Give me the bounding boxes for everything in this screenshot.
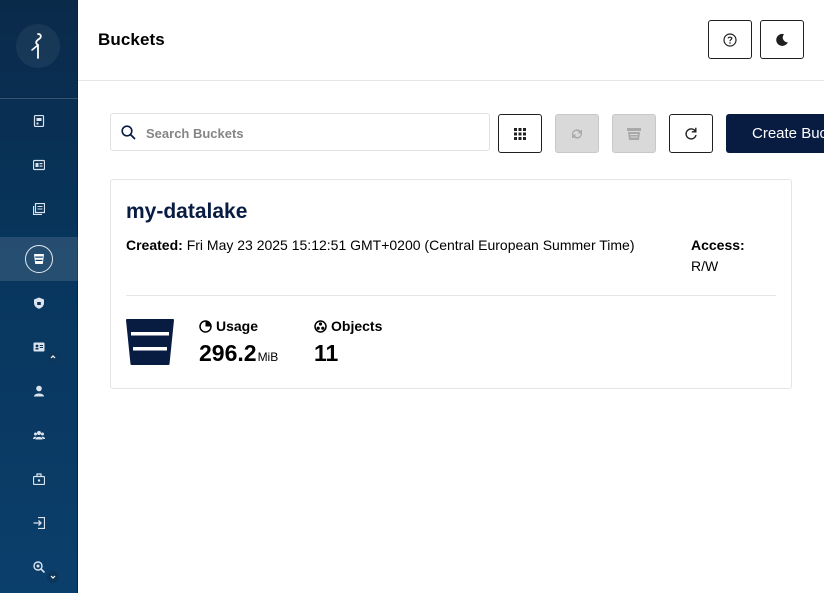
bucket-access: Access: R/W xyxy=(691,235,745,277)
created-label: Created: xyxy=(126,237,183,253)
usage-label: Usage xyxy=(216,318,259,334)
active-indicator xyxy=(25,245,53,273)
refresh-button[interactable] xyxy=(669,114,713,153)
usage-value: 296.2 xyxy=(199,340,257,366)
lookup-icon xyxy=(33,561,45,573)
set-replication-button[interactable] xyxy=(555,114,599,153)
sidebar-item-identity[interactable] xyxy=(0,325,78,369)
objects-stat: Objects 11 xyxy=(314,318,382,367)
lifecycle-icon xyxy=(627,127,641,140)
help-icon xyxy=(723,32,737,47)
dashboard-icon xyxy=(33,115,45,127)
sidebar-item-users[interactable] xyxy=(0,369,78,413)
sidebar-item-policies[interactable] xyxy=(0,281,78,325)
service-accounts-icon xyxy=(33,473,45,485)
access-value: R/W xyxy=(691,258,719,274)
search-input[interactable] xyxy=(146,122,476,144)
logo-icon xyxy=(31,33,42,59)
chevron-down-icon xyxy=(50,575,56,579)
usage-stat: Usage 296.2MiB xyxy=(199,318,278,367)
refresh-icon xyxy=(685,127,697,140)
sidebar-item-lookup[interactable] xyxy=(0,545,78,589)
login-icon xyxy=(33,517,45,529)
grid-icon xyxy=(514,127,526,140)
sidebar-item-buckets[interactable] xyxy=(0,237,78,281)
buckets-icon xyxy=(34,254,44,264)
bucket-name[interactable]: my-datalake xyxy=(126,200,247,224)
minio-logo[interactable] xyxy=(16,24,60,68)
collapse-down-button[interactable] xyxy=(47,571,59,583)
sidebar-item-login[interactable] xyxy=(0,501,78,545)
bucket-card[interactable]: my-datalake Created: Fri May 23 2025 15:… xyxy=(110,179,792,389)
create-bucket-button[interactable]: Create Bucket xyxy=(726,114,824,153)
sidebar-item-groups[interactable] xyxy=(0,413,78,457)
objects-value: 11 xyxy=(314,340,339,366)
usage-icon xyxy=(199,319,212,333)
select-multiple-button[interactable] xyxy=(498,114,542,153)
sidebar-item-dashboard[interactable] xyxy=(0,99,78,143)
bucket-icon xyxy=(126,319,174,365)
page-title: Buckets xyxy=(98,30,165,49)
search-icon xyxy=(121,125,136,140)
created-value: Fri May 23 2025 15:12:51 GMT+0200 (Centr… xyxy=(186,237,635,253)
sidebar xyxy=(0,0,78,593)
dark-mode-button[interactable] xyxy=(760,20,804,59)
access-label: Access: xyxy=(691,237,745,253)
objects-label: Objects xyxy=(331,318,383,334)
objects-icon xyxy=(314,319,327,333)
user-icon xyxy=(34,385,44,397)
sidebar-item-service-accounts[interactable] xyxy=(0,457,78,501)
set-lifecycle-button[interactable] xyxy=(612,114,656,153)
sidebar-item-logs[interactable] xyxy=(0,187,78,231)
sidebar-item-monitoring[interactable] xyxy=(0,143,78,187)
search-bar[interactable] xyxy=(110,113,490,151)
page-header: Buckets xyxy=(78,0,824,81)
usage-unit: MiB xyxy=(257,350,279,364)
chevron-up-icon xyxy=(50,355,56,359)
logs-icon xyxy=(33,203,45,215)
groups-icon xyxy=(33,431,45,440)
bucket-created: Created: Fri May 23 2025 15:12:51 GMT+02… xyxy=(126,235,636,256)
collapse-up-button[interactable] xyxy=(47,351,59,363)
moon-icon xyxy=(776,33,788,46)
identity-icon xyxy=(33,342,45,352)
card-divider xyxy=(126,295,776,296)
policies-icon xyxy=(34,297,44,309)
replication-icon xyxy=(572,128,582,139)
monitoring-icon xyxy=(33,159,45,171)
help-button[interactable] xyxy=(708,20,752,59)
